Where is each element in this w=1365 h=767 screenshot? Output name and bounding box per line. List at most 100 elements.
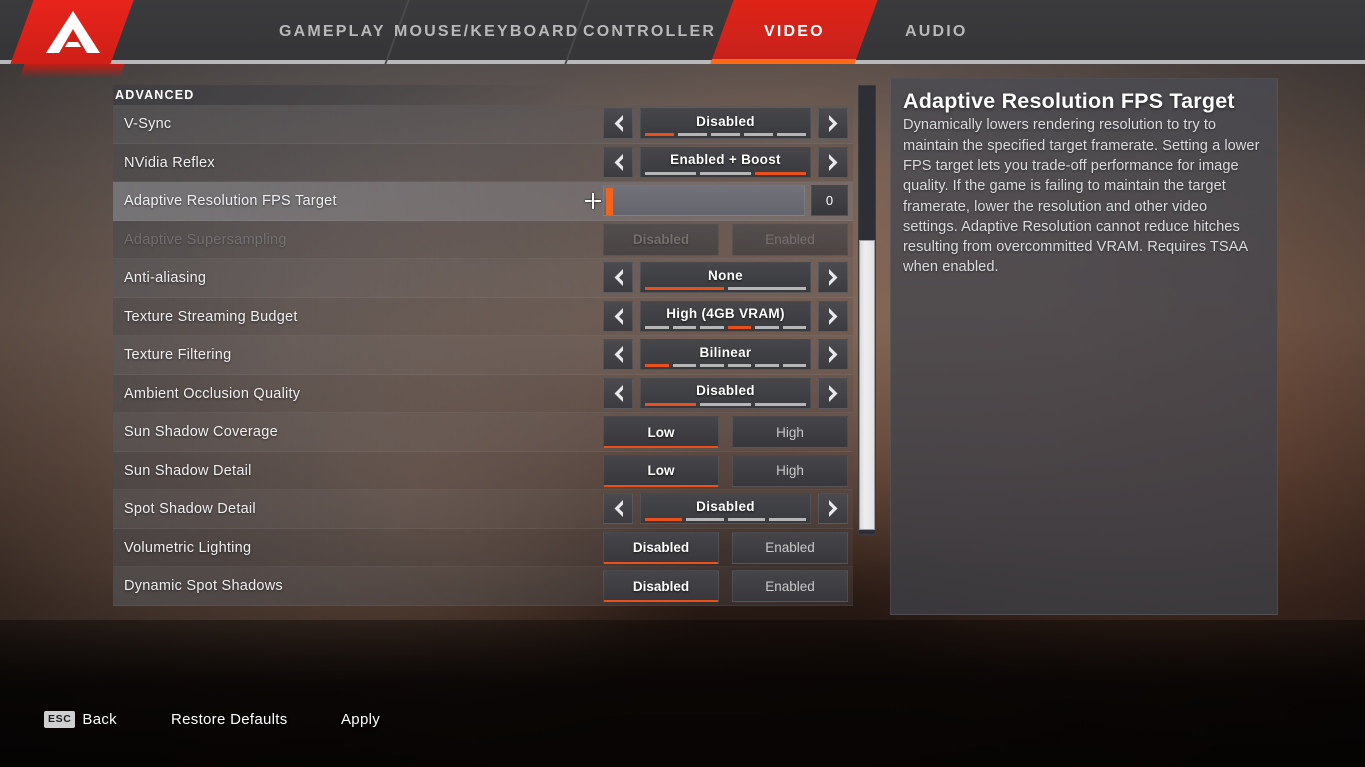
selector-segment <box>700 325 724 329</box>
chevron-left-icon[interactable] <box>603 493 633 524</box>
settings-row[interactable]: Sun Shadow Detail Low High <box>113 451 853 490</box>
settings-scrollbar-thumb[interactable] <box>859 240 875 530</box>
selector-segment <box>727 325 751 329</box>
tab-label: AUDIO <box>904 23 968 40</box>
selector-segment <box>727 287 806 290</box>
selector-segment <box>782 364 806 367</box>
toggle-option: Enabled <box>732 223 848 256</box>
selector-value-box[interactable]: High (4GB VRAM) <box>640 300 811 332</box>
tab-mouse-keyboard[interactable]: MOUSE/KEYBOARD <box>384 0 588 64</box>
chevron-right-icon[interactable] <box>818 108 848 139</box>
selector-control: Disabled <box>603 108 848 140</box>
chevron-right-icon[interactable] <box>818 300 848 332</box>
setting-label: Adaptive Resolution FPS Target <box>124 193 337 209</box>
settings-row[interactable]: Texture Streaming Budget High (4GB VRAM) <box>113 297 853 336</box>
selector-segment <box>700 171 751 175</box>
settings-row[interactable]: NVidia Reflex Enabled + Boost <box>113 143 853 182</box>
settings-row[interactable]: Ambient Occlusion Quality Disabled <box>113 374 853 413</box>
apex-logo-tail <box>19 64 125 78</box>
toggle-control: Low High <box>603 454 848 487</box>
selector-segment <box>686 518 724 521</box>
chevron-right-icon[interactable] <box>818 377 848 409</box>
restore-defaults-button[interactable]: Restore Defaults <box>171 703 288 735</box>
selector-segment <box>755 364 779 367</box>
chevron-left-icon[interactable] <box>603 339 633 370</box>
chevron-left-icon[interactable] <box>603 146 633 178</box>
settings-row[interactable]: Anti-aliasing None <box>113 259 853 298</box>
selector-value: Disabled <box>696 498 755 514</box>
selector-segment <box>782 325 806 329</box>
setting-label: Sun Shadow Coverage <box>124 424 278 440</box>
selector-segment <box>645 325 669 329</box>
selector-value-box[interactable]: Disabled <box>640 108 811 139</box>
selector-segment <box>755 325 779 329</box>
selector-value-box[interactable]: Enabled + Boost <box>640 146 811 178</box>
toggle-option[interactable]: Disabled <box>603 570 719 602</box>
selector-value: High (4GB VRAM) <box>666 306 785 321</box>
toggle-control: Disabled Enabled <box>603 531 848 564</box>
apply-button[interactable]: Apply <box>341 703 380 735</box>
settings-row[interactable]: Volumetric Lighting Disabled Enabled <box>113 528 853 567</box>
toggle-option[interactable]: Disabled <box>603 531 719 564</box>
tab-label: GAMEPLAY <box>278 23 386 40</box>
setting-label: Dynamic Spot Shadows <box>124 578 283 594</box>
chevron-left-icon[interactable] <box>603 300 633 332</box>
selector-segment <box>672 325 696 329</box>
toggle-option[interactable]: High <box>732 416 848 448</box>
selector-segment <box>645 402 696 406</box>
tab-video[interactable]: VIDEO <box>710 0 878 64</box>
chevron-right-icon[interactable] <box>818 339 848 370</box>
esc-key-badge: ESC <box>44 710 76 728</box>
selector-segment <box>645 133 674 136</box>
selector-value-box[interactable]: Disabled <box>640 377 811 409</box>
chevron-right-icon[interactable] <box>818 146 848 178</box>
toggle-control: Disabled Enabled <box>603 570 848 602</box>
settings-row[interactable]: Texture Filtering Bilinear <box>113 336 853 375</box>
slider-track[interactable] <box>603 185 805 216</box>
tab-label: CONTROLLER <box>583 23 717 40</box>
toggle-option[interactable]: Low <box>603 416 719 448</box>
tab-controller[interactable]: CONTROLLER <box>564 0 734 64</box>
selector-value-box[interactable]: Bilinear <box>640 339 811 370</box>
selector-segment-bar <box>645 171 806 175</box>
selector-segment <box>700 402 751 406</box>
tab-gameplay[interactable]: GAMEPLAY <box>256 0 407 64</box>
chevron-right-icon[interactable] <box>818 262 848 293</box>
toggle-option[interactable]: High <box>732 454 848 487</box>
settings-row[interactable]: Spot Shadow Detail Disabled <box>113 490 853 529</box>
tab-audio[interactable]: AUDIO <box>854 0 1017 64</box>
setting-label: Sun Shadow Detail <box>124 462 252 479</box>
chevron-left-icon[interactable] <box>603 262 633 293</box>
selector-value: Disabled <box>696 113 755 129</box>
setting-label: Volumetric Lighting <box>124 539 252 556</box>
selector-control: Disabled <box>603 493 848 525</box>
bottom-action-bar: ESC Back Restore Defaults Apply <box>0 703 1365 747</box>
selector-segment-bar <box>645 325 806 329</box>
chevron-left-icon[interactable] <box>603 377 633 409</box>
setting-label: Adaptive Supersampling <box>124 231 287 248</box>
selector-value: Enabled + Boost <box>670 152 781 167</box>
selector-segment <box>744 133 773 136</box>
chevron-left-icon[interactable] <box>603 108 633 139</box>
toggle-option[interactable]: Low <box>603 454 719 487</box>
selector-value-box[interactable]: Disabled <box>640 493 811 524</box>
toggle-option[interactable]: Enabled <box>732 570 848 602</box>
settings-row[interactable]: V-Sync Disabled <box>113 105 853 144</box>
settings-row[interactable]: Adaptive Resolution FPS Target 0 <box>113 182 853 221</box>
chevron-right-icon[interactable] <box>818 493 848 524</box>
toggle-option[interactable]: Enabled <box>732 531 848 564</box>
selector-segment <box>755 171 806 175</box>
selector-value-box[interactable]: None <box>640 262 811 293</box>
settings-row[interactable]: Sun Shadow Coverage Low High <box>113 413 853 452</box>
back-label: Back <box>82 710 117 728</box>
selector-segment <box>755 402 806 406</box>
toggle-control: Low High <box>603 416 848 448</box>
settings-panel: ADVANCED V-Sync Disabled NVidia Reflex Enab… <box>113 85 853 620</box>
settings-row[interactable]: Adaptive Supersampling Disabled Enabled <box>113 220 853 259</box>
selector-control: Enabled + Boost <box>603 146 848 179</box>
back-button[interactable]: ESC Back <box>44 703 117 735</box>
selector-value: None <box>708 267 743 283</box>
settings-row[interactable]: Dynamic Spot Shadows Disabled Enabled <box>113 567 853 606</box>
tab-label: MOUSE/KEYBOARD <box>394 23 580 40</box>
slider-handle[interactable] <box>606 188 613 215</box>
